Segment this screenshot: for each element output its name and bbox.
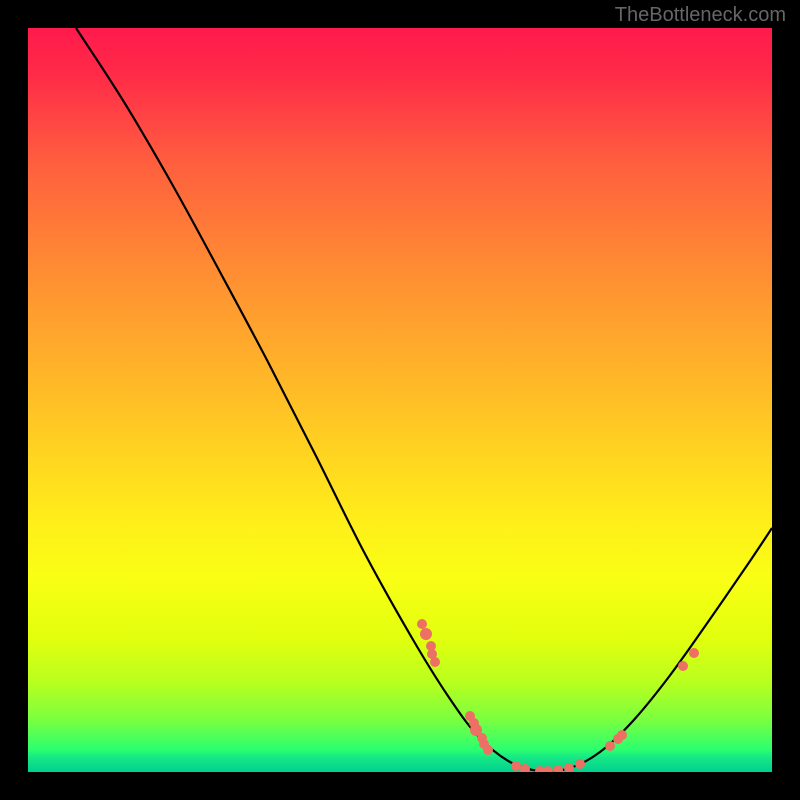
data-dot <box>575 759 585 769</box>
data-dot <box>689 648 699 658</box>
watermark-text: TheBottleneck.com <box>615 4 786 27</box>
data-dot <box>543 766 553 772</box>
data-dot <box>430 657 440 667</box>
data-dot <box>511 761 521 771</box>
bottleneck-curve <box>76 28 772 771</box>
data-dot <box>678 661 688 671</box>
data-dot <box>520 764 530 772</box>
data-dot <box>617 730 627 740</box>
data-dot <box>420 628 432 640</box>
data-dots-group <box>417 619 699 772</box>
data-dot <box>553 765 563 772</box>
plot-area <box>28 28 772 772</box>
data-dot <box>605 741 615 751</box>
data-dot <box>483 745 493 755</box>
data-dot <box>564 763 574 772</box>
chart-svg <box>28 28 772 772</box>
data-dot <box>417 619 427 629</box>
